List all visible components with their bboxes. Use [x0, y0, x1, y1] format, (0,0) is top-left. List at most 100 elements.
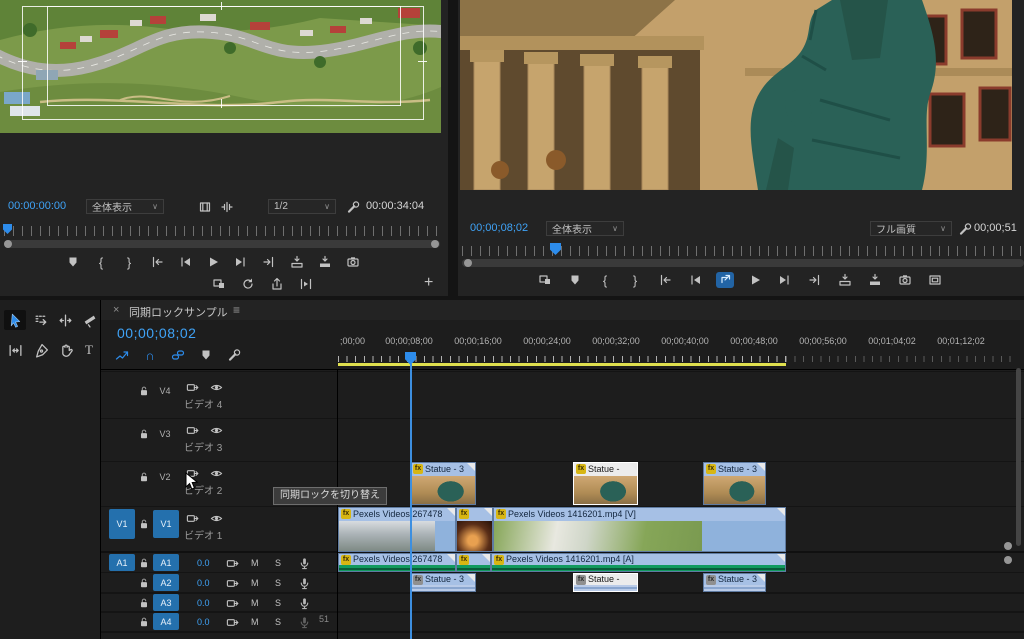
sync-lock-button[interactable] — [223, 575, 241, 591]
mute-button[interactable]: M — [251, 617, 259, 627]
close-icon[interactable]: × — [113, 304, 119, 316]
mute-button[interactable]: M — [251, 558, 259, 568]
overwrite-button[interactable] — [866, 272, 884, 288]
linked-selection-button[interactable] — [169, 347, 187, 363]
clip-v2-statue-3[interactable]: Statue - 3 fx — [703, 462, 766, 505]
source-scrub-ruler[interactable] — [4, 226, 442, 236]
timeline-settings-button[interactable] — [225, 347, 243, 363]
panel-menu-icon[interactable]: ≡ — [233, 303, 240, 317]
solo-button[interactable]: S — [275, 558, 281, 568]
voiceover-record-button[interactable] — [295, 595, 313, 611]
track-name[interactable]: ビデオ 1 — [184, 527, 222, 542]
play-button[interactable] — [746, 272, 764, 288]
program-scrollbar-knob-left[interactable] — [464, 259, 472, 267]
track-lock-button[interactable] — [135, 383, 153, 399]
track-target-a2[interactable]: A2 — [153, 574, 179, 591]
compare-view-button[interactable] — [210, 276, 228, 292]
track-visibility-button[interactable] — [207, 379, 225, 395]
mark-out-button[interactable]: } — [120, 254, 138, 270]
timeline-timecode[interactable]: 00;00;08;02 — [117, 325, 196, 341]
sync-lock-button[interactable] — [223, 614, 241, 630]
source-h-scrollbar[interactable] — [4, 240, 440, 248]
track-target-a4[interactable]: A4 — [153, 613, 179, 630]
type-tool-button[interactable]: T — [78, 340, 100, 360]
sync-lock-button[interactable] — [223, 595, 241, 611]
sync-lock-button[interactable] — [183, 422, 201, 438]
source-scrollbar-knob-left[interactable] — [4, 240, 12, 248]
step-forward-button[interactable] — [232, 254, 250, 270]
track-target-v1[interactable]: V1 — [153, 510, 179, 538]
source-resolution-select[interactable]: 1/2∨ — [268, 199, 336, 214]
mark-in-button[interactable]: { — [596, 272, 614, 288]
export-frame-button[interactable] — [896, 272, 914, 288]
scroll-knob[interactable] — [1004, 556, 1012, 564]
program-quality-select[interactable]: フル画質∨ — [870, 221, 952, 236]
insert-button[interactable] — [288, 254, 306, 270]
clip-a1-short[interactable]: fx — [456, 553, 491, 572]
razor-tool-button[interactable] — [78, 310, 100, 330]
mark-out-button[interactable]: } — [626, 272, 644, 288]
step-back-button[interactable] — [686, 272, 704, 288]
drag-video-only-button[interactable] — [196, 199, 214, 215]
program-timecode[interactable]: 00;00;08;02 — [470, 222, 528, 234]
step-back-button[interactable] — [176, 254, 194, 270]
track-lock-button[interactable] — [135, 516, 153, 532]
voiceover-record-button[interactable] — [295, 555, 313, 571]
mute-button[interactable]: M — [251, 578, 259, 588]
export-button[interactable] — [268, 276, 286, 292]
voiceover-record-button[interactable] — [295, 575, 313, 591]
track-volume[interactable]: 0.0 — [197, 598, 210, 608]
work-area-bar[interactable] — [338, 363, 786, 366]
source-timecode[interactable]: 00:00:00:00 — [8, 200, 66, 212]
go-to-in-button[interactable] — [656, 272, 674, 288]
track-lock-button[interactable] — [135, 555, 153, 571]
go-to-in-button[interactable] — [148, 254, 166, 270]
snap-button[interactable]: ∩ — [141, 347, 159, 363]
clip-v2-statue-2[interactable]: Statue - fx — [573, 462, 638, 505]
overwrite-button[interactable] — [316, 254, 334, 270]
track-visibility-button[interactable] — [207, 422, 225, 438]
safe-margins-button[interactable] — [926, 272, 944, 288]
clip-v2-statue-1[interactable]: Statue - 3 fx — [410, 462, 476, 505]
source-patch-a1[interactable]: A1 — [109, 554, 135, 571]
track-volume[interactable]: 0.0 — [197, 558, 210, 568]
track-target-a1[interactable]: A1 — [153, 554, 179, 571]
ripple-edit-tool-button[interactable] — [54, 310, 76, 330]
add-marker-button[interactable] — [64, 254, 82, 270]
program-settings-button[interactable] — [956, 221, 974, 237]
nest-insert-toggle-button[interactable] — [113, 347, 131, 363]
go-to-out-button[interactable] — [806, 272, 824, 288]
track-target-v4[interactable]: V4 — [153, 384, 177, 398]
sync-lock-button[interactable] — [223, 555, 241, 571]
loop-button[interactable] — [239, 276, 257, 292]
track-target-a3[interactable]: A3 — [153, 594, 179, 611]
clip-a2-statue-1[interactable]: Statue - 3 fx — [410, 573, 476, 592]
clip-a2-statue-3[interactable]: Statue - 3 fx — [703, 573, 766, 592]
track-lock-button[interactable] — [135, 614, 153, 630]
compare-view-button[interactable] — [536, 272, 554, 288]
clip-v1-pexels-1416201-video[interactable]: Pexels Videos 1416201.mp4 [V] fx — [493, 507, 786, 552]
selection-tool-button[interactable] — [4, 310, 26, 330]
slip-tool-button[interactable] — [4, 340, 26, 360]
track-target-v2[interactable]: V2 — [153, 470, 177, 484]
track-visibility-button[interactable] — [207, 510, 225, 526]
voiceover-record-button[interactable] — [295, 614, 313, 630]
clip-a1-pexels-1416201-audio[interactable]: Pexels Videos 1416201.mp4 [A] fx — [491, 553, 786, 572]
program-h-scrollbar[interactable] — [462, 259, 1024, 267]
pen-tool-button[interactable] — [30, 340, 52, 360]
track-volume[interactable]: 0.0 — [197, 578, 210, 588]
track-lock-button[interactable] — [135, 426, 153, 442]
track-name[interactable]: ビデオ 3 — [184, 439, 222, 454]
mark-in-button[interactable]: { — [92, 254, 110, 270]
track-select-forward-tool-button[interactable] — [30, 310, 52, 330]
timeline-tab-title[interactable]: 同期ロックサンプル — [129, 304, 228, 320]
clip-a2-statue-2[interactable]: Statue - fx — [573, 573, 638, 592]
track-visibility-button[interactable] — [207, 465, 225, 481]
program-fit-select[interactable]: 全体表示∨ — [546, 221, 624, 236]
track-volume[interactable]: 0.0 — [197, 617, 210, 627]
track-lock-button[interactable] — [135, 595, 153, 611]
track-target-v3[interactable]: V3 — [153, 427, 177, 441]
solo-button[interactable]: S — [275, 578, 281, 588]
insert-button[interactable] — [836, 272, 854, 288]
go-to-out-button[interactable] — [260, 254, 278, 270]
